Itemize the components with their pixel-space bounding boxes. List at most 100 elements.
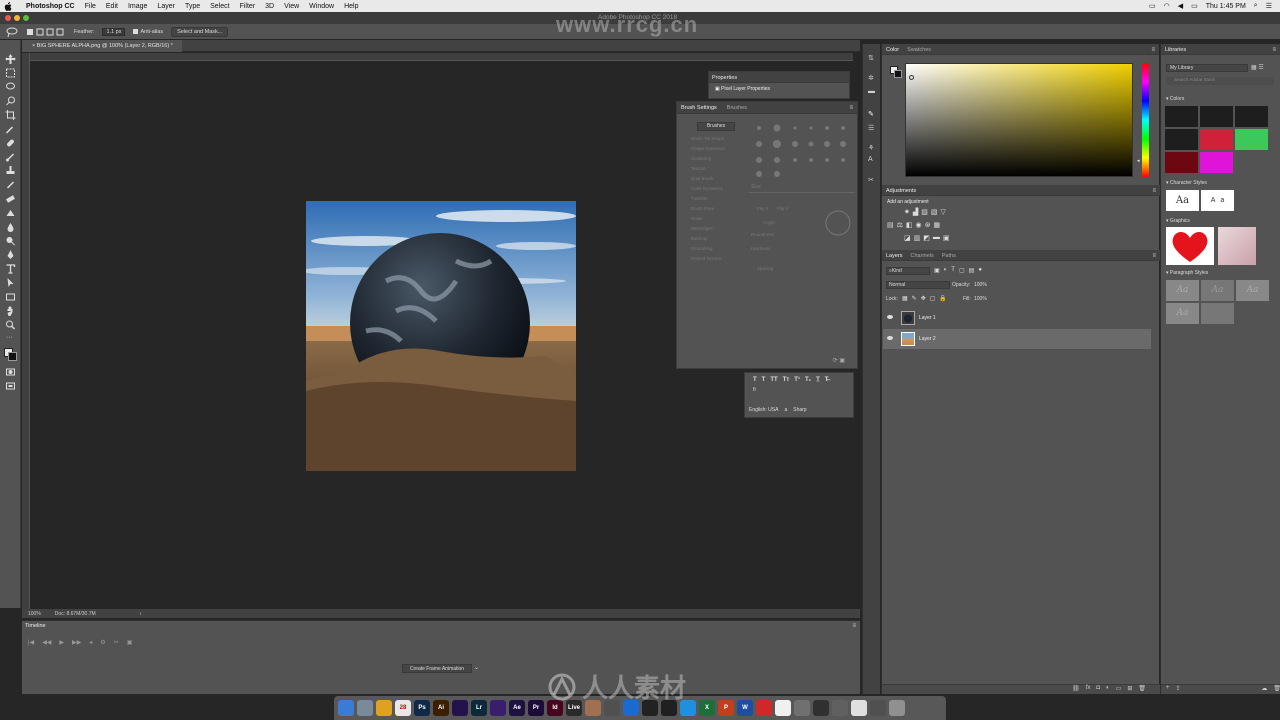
- background-color-chip[interactable]: [894, 70, 902, 78]
- menu-filter[interactable]: Filter: [235, 3, 261, 10]
- library-select[interactable]: My Library: [1166, 64, 1248, 72]
- delete-icon[interactable]: 🗑: [1273, 685, 1280, 694]
- brush-option[interactable]: Shape Dynamics: [691, 146, 751, 156]
- quick-selection-icon[interactable]: [5, 96, 16, 106]
- dock-app-icon[interactable]: Ae: [509, 700, 525, 716]
- create-frame-animation-button[interactable]: Create Frame Animation: [402, 664, 472, 673]
- menu-window[interactable]: Window: [304, 3, 339, 10]
- play-icon[interactable]: ▶: [59, 639, 64, 646]
- panel-menu-icon[interactable]: ≡: [1152, 188, 1156, 194]
- dock-app-icon[interactable]: [452, 700, 468, 716]
- gradient-map-icon[interactable]: ▬: [933, 234, 940, 242]
- split-icon[interactable]: ✂: [114, 639, 119, 646]
- brush-angle-preview[interactable]: [823, 208, 853, 238]
- graphic-photo-thumb[interactable]: [1218, 227, 1256, 265]
- menu-type[interactable]: Type: [180, 3, 205, 10]
- fill-input[interactable]: 100%: [974, 296, 987, 302]
- move-tool-icon[interactable]: [5, 54, 16, 64]
- brush-option[interactable]: Noise: [691, 216, 751, 226]
- libraries-title[interactable]: Libraries: [1165, 47, 1186, 53]
- dock-app-icon[interactable]: [794, 700, 810, 716]
- smart-object-filter-icon[interactable]: ▤: [969, 267, 975, 274]
- graphic-heart-thumb[interactable]: [1166, 227, 1214, 265]
- next-frame-icon[interactable]: ▶▶: [72, 639, 81, 646]
- layer-filter-select[interactable]: ⌕Kind: [886, 267, 930, 275]
- healing-brush-icon[interactable]: [5, 138, 16, 148]
- dock-app-icon[interactable]: [490, 700, 506, 716]
- threshold-icon[interactable]: ◩: [923, 234, 930, 242]
- selective-color-icon[interactable]: ▣: [943, 234, 950, 242]
- brush-settings-icon[interactable]: ✎: [868, 110, 874, 118]
- dock-app-icon[interactable]: X: [699, 700, 715, 716]
- brush-tool-icon[interactable]: [5, 152, 16, 162]
- select-and-mask-button[interactable]: Select and Mask...: [171, 26, 229, 37]
- tab-brushes[interactable]: Brushes: [727, 105, 747, 111]
- menu-view[interactable]: View: [279, 3, 304, 10]
- new-layer-icon[interactable]: ⊞: [1127, 685, 1132, 694]
- lock-all-icon[interactable]: 🔒: [939, 295, 946, 302]
- brush-option[interactable]: Build-up: [691, 236, 751, 246]
- superscript-icon[interactable]: T¹: [794, 377, 800, 383]
- link-layers-icon[interactable]: ⛓: [1072, 685, 1080, 694]
- shape-filter-icon[interactable]: ▢: [959, 267, 965, 274]
- menu-edit[interactable]: Edit: [101, 3, 123, 10]
- color-picker-field[interactable]: [905, 63, 1133, 177]
- pixel-filter-icon[interactable]: ▣: [934, 267, 940, 274]
- character-icon[interactable]: A: [868, 156, 873, 163]
- hue-slider-handle[interactable]: ◂: [1137, 158, 1140, 164]
- brush-option[interactable]: Protect Texture: [691, 256, 751, 266]
- menu-layer[interactable]: Layer: [152, 3, 180, 10]
- minimize-window-button[interactable]: [14, 15, 20, 21]
- hue-slider[interactable]: [1142, 63, 1149, 177]
- tool-presets-icon[interactable]: ✂: [868, 176, 874, 184]
- menu-file[interactable]: File: [80, 3, 101, 10]
- crop-tool-icon[interactable]: [5, 110, 16, 120]
- lock-image-icon[interactable]: ✎: [912, 295, 917, 302]
- layer-style-icon[interactable]: fx: [1086, 685, 1091, 694]
- screen-mode-icon[interactable]: [5, 381, 16, 391]
- tab-brush-settings[interactable]: Brush Settings: [681, 105, 717, 111]
- clock[interactable]: Thu 1:45 PM: [1206, 3, 1246, 10]
- dock-app-icon[interactable]: [851, 700, 867, 716]
- library-color-swatch[interactable]: [1235, 106, 1268, 127]
- layer-name[interactable]: Layer 1: [919, 315, 936, 321]
- tab-channels[interactable]: Channels: [911, 253, 934, 259]
- opacity-input[interactable]: 100%: [974, 282, 987, 288]
- subscript-icon[interactable]: T₁: [805, 377, 811, 383]
- dock-app-icon[interactable]: Ps: [414, 700, 430, 716]
- hand-tool-icon[interactable]: [5, 306, 16, 316]
- color-balance-icon[interactable]: ⚖: [897, 221, 903, 229]
- app-menu[interactable]: Photoshop CC: [12, 3, 80, 10]
- properties-title[interactable]: Properties: [712, 75, 737, 81]
- faux-italic-icon[interactable]: T: [762, 377, 766, 383]
- apple-icon[interactable]: [4, 1, 12, 11]
- dock-app-icon[interactable]: [376, 700, 392, 716]
- notification-icon[interactable]: ☰: [1266, 2, 1272, 10]
- close-window-button[interactable]: [5, 15, 11, 21]
- colors-section-label[interactable]: ▾ Colors: [1166, 96, 1184, 102]
- eyedropper-icon[interactable]: [5, 124, 16, 134]
- para-style-thumb[interactable]: Aa: [1236, 280, 1269, 301]
- brush-option[interactable]: Brush Pose: [691, 206, 751, 216]
- timeline-tab[interactable]: Timeline: [22, 620, 62, 631]
- dock-app-icon[interactable]: [813, 700, 829, 716]
- ruler-horizontal[interactable]: [30, 53, 853, 61]
- path-selection-icon[interactable]: [5, 278, 16, 288]
- volume-icon[interactable]: ◀: [1178, 2, 1183, 10]
- menu-image[interactable]: Image: [123, 3, 152, 10]
- all-caps-icon[interactable]: TT: [770, 377, 777, 383]
- posterize-icon[interactable]: ▥: [914, 234, 921, 242]
- small-caps-icon[interactable]: Tт: [783, 377, 790, 383]
- tab-layers[interactable]: Layers: [886, 253, 903, 259]
- levels-icon[interactable]: ▟: [913, 208, 918, 216]
- dock-app-icon[interactable]: P: [718, 700, 734, 716]
- first-frame-icon[interactable]: |◀: [28, 639, 34, 646]
- feather-input[interactable]: 1.1 px: [102, 27, 126, 36]
- size-slider[interactable]: [749, 192, 855, 193]
- dock-app-icon[interactable]: [870, 700, 886, 716]
- adjustment-filter-icon[interactable]: ◐: [944, 267, 948, 274]
- menu-select[interactable]: Select: [205, 3, 234, 10]
- wifi-icon[interactable]: ◠: [1164, 2, 1170, 10]
- rectangle-tool-icon[interactable]: [5, 292, 16, 302]
- char-styles-section-label[interactable]: ▾ Character Styles: [1166, 180, 1207, 186]
